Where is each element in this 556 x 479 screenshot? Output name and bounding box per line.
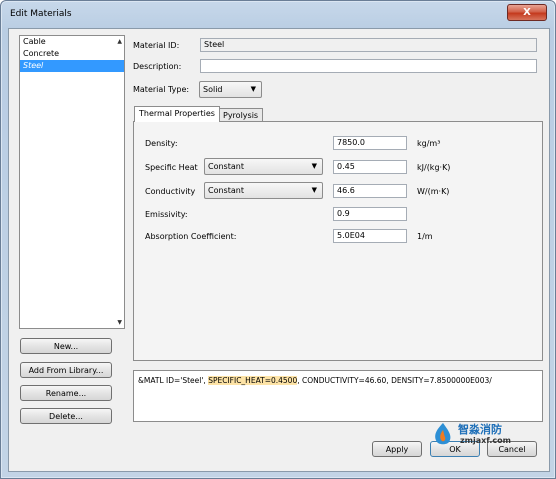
absorption-coefficient-label: Absorption Coefficient: (145, 232, 237, 241)
output-prefix: &MATL ID='Steel', (138, 376, 209, 385)
conductivity-label: Conductivity (145, 187, 196, 196)
fds-output-text[interactable]: &MATL ID='Steel', SPECIFIC_HEAT=0.4500, … (133, 370, 543, 422)
material-type-value: Solid (203, 85, 223, 94)
material-id-label: Material ID: (133, 41, 180, 50)
tab-pyrolysis[interactable]: Pyrolysis (218, 108, 264, 122)
rename-button[interactable]: Rename... (20, 385, 112, 401)
description-label: Description: (133, 62, 182, 71)
conductivity-field[interactable]: 46.6 (333, 184, 407, 198)
absorption-coefficient-unit: 1/m (417, 232, 433, 241)
tab-thermal-properties[interactable]: Thermal Properties (134, 106, 220, 122)
dialog-body: Cable Concrete Steel ▲ ▼ New... Add From… (8, 28, 550, 472)
window-title: Edit Materials (10, 9, 72, 19)
specific-heat-unit: kJ/(kg·K) (417, 163, 451, 172)
list-item-steel[interactable]: Steel (20, 60, 124, 72)
specific-heat-mode-value: Constant (208, 162, 244, 171)
density-unit: kg/m³ (417, 139, 441, 148)
dropdown-arrow-icon: ▼ (311, 186, 317, 194)
description-field[interactable] (200, 59, 537, 73)
delete-button[interactable]: Delete... (20, 408, 112, 424)
material-type-select[interactable]: Solid ▼ (199, 81, 262, 98)
flame-logo-icon (435, 423, 451, 445)
dropdown-arrow-icon: ▼ (250, 85, 256, 93)
conductivity-unit: W/(m·K) (417, 187, 450, 196)
list-item-concrete[interactable]: Concrete (20, 48, 124, 60)
scroll-down-arrow-icon[interactable]: ▼ (117, 319, 122, 326)
output-highlight: SPECIFIC_HEAT=0.4500 (208, 376, 298, 385)
output-suffix: , CONDUCTIVITY=46.60, DENSITY=7.8500000E… (297, 376, 492, 385)
specific-heat-label: Specific Heat (145, 163, 198, 172)
edit-materials-dialog: Edit Materials X Cable Concrete Steel ▲ … (0, 0, 556, 479)
watermark-logo: 智淼消防 zmjaxf.com (430, 421, 536, 447)
thermal-properties-panel: Density: 7850.0 kg/m³ Specific Heat Cons… (133, 121, 543, 361)
density-label: Density: (145, 139, 178, 148)
watermark-cn-text: 智淼消防 (458, 423, 502, 436)
apply-button[interactable]: Apply (372, 441, 422, 457)
emissivity-field[interactable]: 0.9 (333, 207, 407, 221)
list-item-cable[interactable]: Cable (20, 36, 124, 48)
add-from-library-button[interactable]: Add From Library... (20, 362, 112, 378)
conductivity-mode-value: Constant (208, 186, 244, 195)
new-button[interactable]: New... (20, 338, 112, 354)
absorption-coefficient-field[interactable]: 5.0E04 (333, 229, 407, 243)
title-bar: Edit Materials X (1, 1, 555, 27)
dropdown-arrow-icon: ▼ (311, 162, 317, 170)
specific-heat-mode-select[interactable]: Constant ▼ (204, 158, 323, 175)
density-field[interactable]: 7850.0 (333, 136, 407, 150)
conductivity-mode-select[interactable]: Constant ▼ (204, 182, 323, 199)
specific-heat-field[interactable]: 0.45 (333, 160, 407, 174)
material-type-label: Material Type: (133, 85, 190, 94)
close-button[interactable]: X (507, 4, 547, 21)
watermark-url-text: zmjaxf.com (460, 436, 511, 445)
material-list[interactable]: Cable Concrete Steel ▲ ▼ (19, 35, 125, 329)
material-id-field[interactable]: Steel (200, 38, 537, 52)
scroll-up-arrow-icon[interactable]: ▲ (117, 38, 122, 45)
emissivity-label: Emissivity: (145, 210, 188, 219)
